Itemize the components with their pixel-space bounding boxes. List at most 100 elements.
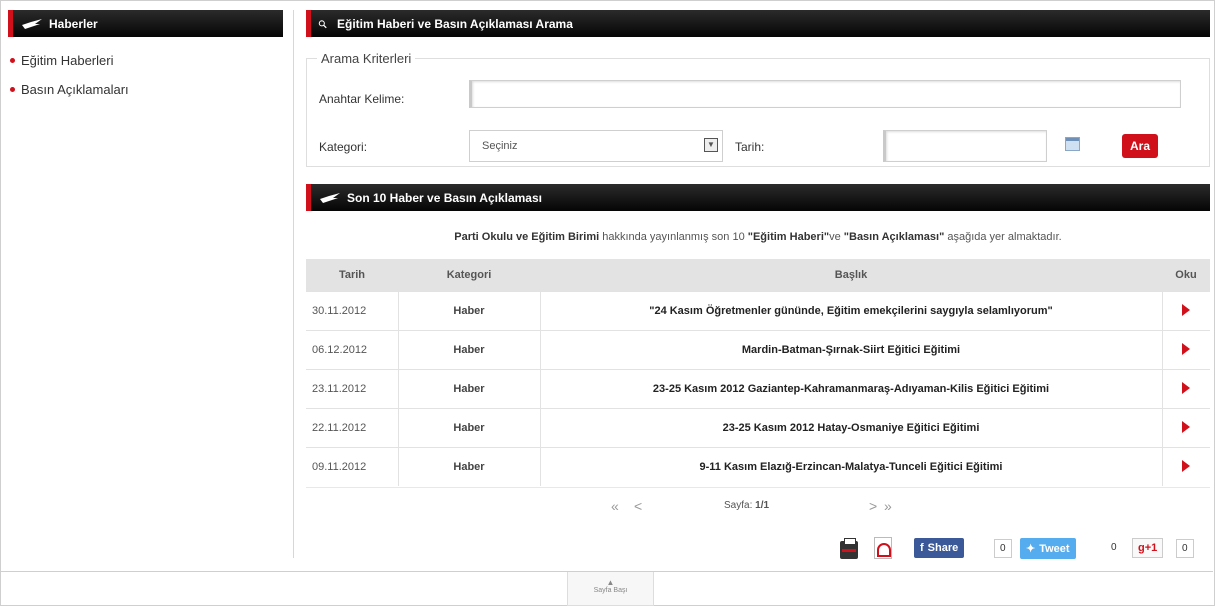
arrow-up-icon: ▲	[606, 578, 615, 587]
row-title-link[interactable]: "24 Kasım Öğretmenler gününde, Eğitim em…	[539, 291, 1162, 331]
sidebar-title: Haberler	[49, 16, 98, 31]
tweet-count: 0	[1106, 539, 1122, 556]
google-plus-label: +1	[1144, 542, 1158, 554]
keyword-input[interactable]	[469, 80, 1181, 108]
main-content: Eğitim Haberi ve Basın Açıklaması Arama …	[306, 10, 1210, 559]
table-row: 09.11.2012 Haber 9-11 Kasım Elazığ-Erzinca…	[306, 447, 1210, 486]
scroll-top-label: Sayfa Başı	[593, 587, 628, 594]
row-category: Haber	[397, 447, 540, 486]
tweet-button[interactable]: ✦ Tweet	[1020, 538, 1076, 559]
facebook-count: 0	[994, 539, 1012, 558]
news-intro: Parti Okulu ve Eğitim Birimi hakkında ya…	[306, 231, 1210, 243]
row-date: 23.11.2012	[306, 369, 398, 409]
row-date: 09.11.2012	[306, 447, 398, 486]
twitter-icon: ✦	[1026, 543, 1036, 555]
last-page-button[interactable]: »	[884, 498, 892, 514]
page-value: 1/1	[755, 500, 770, 511]
pdf-icon[interactable]	[874, 537, 892, 559]
table-row: 22.11.2012 Haber 23-25 Kasım 2012 Hatay-Os…	[306, 408, 1210, 448]
first-page-button[interactable]: «	[611, 498, 619, 514]
row-title-link[interactable]: 23-25 Kasım 2012 Gaziantep-Kahramanmaraş…	[539, 369, 1162, 409]
page-info: Sayfa: 1/1	[724, 500, 769, 511]
search-legend: Arama Kriterleri	[321, 51, 412, 66]
page-label: Sayfa:	[724, 500, 753, 511]
intro-text: aşağıda yer almaktadır.	[944, 231, 1062, 243]
sidebar-item-egitim-haberleri[interactable]: Eğitim Haberleri	[8, 53, 283, 68]
row-category: Haber	[397, 408, 540, 448]
column-header-read: Oku	[1162, 259, 1210, 292]
tweet-label: Tweet	[1039, 543, 1070, 555]
play-icon[interactable]	[1182, 342, 1191, 355]
play-icon[interactable]	[1182, 459, 1191, 472]
calendar-icon[interactable]	[1065, 137, 1080, 151]
play-icon[interactable]	[1182, 303, 1191, 316]
row-read-cell	[1161, 447, 1210, 486]
pagination: « < Sayfa: 1/1 > »	[306, 487, 1210, 522]
sidebar-header: Haberler	[8, 10, 283, 37]
row-read-cell	[1161, 291, 1210, 331]
row-title-link[interactable]: 23-25 Kasım 2012 Hatay-Osmaniye Eğitici …	[539, 408, 1162, 448]
news-table: Tarih Kategori Başlık Oku 30.11.2012 Habe…	[306, 259, 1210, 486]
table-row: 30.11.2012 Haber "24 Kasım Öğretmenler gün…	[306, 291, 1210, 331]
date-input[interactable]	[883, 130, 1047, 162]
intro-text: ve	[829, 231, 844, 243]
printer-icon[interactable]	[840, 538, 858, 559]
keyword-label: Anahtar Kelime:	[319, 92, 405, 106]
search-title: Eğitim Haberi ve Basın Açıklaması Arama	[337, 16, 573, 31]
news-header: Son 10 Haber ve Basın Açıklaması	[306, 184, 1210, 211]
category-label: Kategori:	[319, 140, 368, 154]
google-plus-count: 0	[1176, 539, 1194, 558]
sidebar-item-label: Basın Açıklamaları	[21, 82, 129, 97]
row-date: 30.11.2012	[306, 291, 398, 331]
scroll-top-button[interactable]: ▲ Sayfa Başı	[567, 572, 654, 606]
intro-text: hakkında yayınlanmış son 10	[599, 231, 748, 243]
table-row: 23.11.2012 Haber 23-25 Kasım 2012 Gaziante…	[306, 369, 1210, 409]
row-category: Haber	[397, 369, 540, 409]
row-category: Haber	[397, 291, 540, 331]
bird-icon	[22, 18, 42, 29]
search-header: Eğitim Haberi ve Basın Açıklaması Arama	[306, 10, 1210, 37]
category-selected-value: Seçiniz	[482, 140, 518, 152]
column-header-category: Kategori	[398, 259, 540, 292]
intro-bold-text: "Eğitim Haberi"	[747, 231, 830, 243]
play-icon[interactable]	[1182, 381, 1191, 394]
search-icon	[318, 19, 327, 28]
row-title-link[interactable]: 9-11 Kasım Elazığ-Erzincan-Malatya-Tunce…	[539, 447, 1162, 486]
column-divider	[293, 10, 294, 558]
share-bar: f Share 0 ✦ Tweet 0 g+1 0	[306, 537, 1210, 561]
row-read-cell	[1161, 369, 1210, 409]
sidebar-item-basin-aciklamalari[interactable]: Basın Açıklamaları	[8, 82, 283, 97]
bird-icon	[320, 192, 340, 203]
row-title-link[interactable]: Mardin-Batman-Şırnak-Siirt Eğitici Eğiti…	[539, 330, 1162, 370]
news-title: Son 10 Haber ve Basın Açıklaması	[347, 190, 542, 205]
prev-page-button[interactable]: <	[634, 498, 642, 514]
play-icon[interactable]	[1182, 420, 1191, 433]
google-plus-button[interactable]: g+1	[1132, 538, 1164, 558]
intro-bold-text: "Basın Açıklaması"	[843, 231, 945, 243]
table-row: 06.12.2012 Haber Mardin-Batman-Şırnak-Siir…	[306, 330, 1210, 370]
column-header-date: Tarih	[306, 259, 398, 292]
row-category: Haber	[397, 330, 540, 370]
facebook-share-button[interactable]: f Share	[914, 538, 965, 558]
google-plus-icon: g	[1138, 542, 1145, 554]
column-header-title: Başlık	[540, 259, 1162, 292]
row-date: 06.12.2012	[306, 330, 398, 370]
row-date: 22.11.2012	[306, 408, 398, 448]
date-label: Tarih:	[735, 140, 765, 154]
table-header-row: Tarih Kategori Başlık Oku	[306, 259, 1210, 292]
search-button[interactable]: Ara	[1122, 134, 1159, 158]
bullet-icon	[10, 58, 15, 63]
facebook-share-label: Share	[927, 542, 959, 554]
category-select[interactable]: Seçiniz ▼	[469, 130, 723, 162]
sidebar-item-label: Eğitim Haberleri	[21, 53, 114, 68]
sidebar-menu: Eğitim Haberleri Basın Açıklamaları	[8, 53, 283, 97]
bullet-icon	[10, 87, 15, 92]
chevron-down-icon[interactable]: ▼	[704, 138, 718, 152]
intro-bold-text: Parti Okulu ve Eğitim Birimi	[454, 231, 600, 243]
next-page-button[interactable]: >	[869, 498, 877, 514]
row-read-cell	[1161, 330, 1210, 370]
search-criteria-box: Arama Kriterleri Anahtar Kelime: Kategor…	[306, 51, 1210, 167]
row-read-cell	[1161, 408, 1210, 448]
sidebar: Haberler Eğitim Haberleri Basın Açıklama…	[8, 10, 283, 111]
facebook-icon: f	[920, 542, 924, 554]
